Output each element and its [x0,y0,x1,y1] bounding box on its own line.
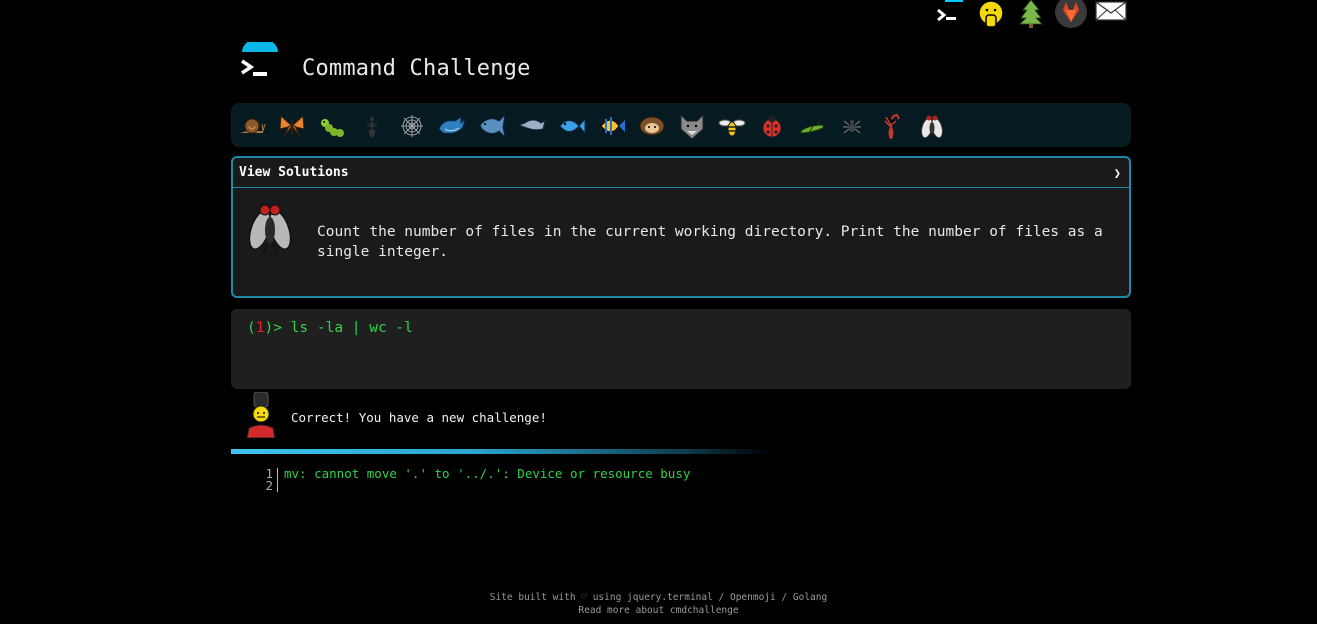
spider-icon[interactable] [836,110,868,142]
output-line: 2 [255,478,690,493]
line-number: 2 [265,478,273,493]
prompt-line: (1)> ls -la | wc -l [247,320,413,336]
command-input[interactable]: ls -la | wc -l [291,320,413,336]
prompt-open: ( [247,320,256,336]
dolphin-icon[interactable] [516,110,548,142]
wolf-icon[interactable] [676,110,708,142]
spider-web-icon[interactable] [396,110,428,142]
whale-icon[interactable] [436,110,468,142]
view-solutions-label: View Solutions [239,165,349,180]
fly-icon[interactable] [916,110,948,142]
output-text: mv: cannot move '.' to '../.': Device or… [284,466,691,481]
brand-logo[interactable] [236,38,286,84]
footer: Site built with ♡ using jquery.terminal … [0,591,1317,617]
progress-bar [231,449,771,454]
snail-icon[interactable] [236,110,268,142]
result-text: Correct! You have a new challenge! [291,410,547,425]
prompt-suffix: )> [264,320,291,336]
footer-credits[interactable]: Site built with ♡ using jquery.terminal … [0,591,1317,604]
tree-icon[interactable] [1016,0,1046,30]
butterfly-icon[interactable] [276,110,308,142]
terminal-nav-icon[interactable] [931,0,963,30]
terminal[interactable]: (1)> ls -la | wc -l [231,309,1131,389]
scorpion-icon[interactable] [876,110,908,142]
challenge-panel: View Solutions ❯ Count the number of fil… [231,156,1131,298]
result-message-row: Correct! You have a new challenge! [244,391,1144,440]
guard-icon [244,391,278,439]
chevron-right-icon: ❯ [1113,165,1121,180]
bee-icon[interactable] [716,110,748,142]
cricket-icon[interactable] [796,110,828,142]
site-title[interactable]: Command Challenge [302,56,531,81]
fish-icon[interactable] [556,110,588,142]
challenge-description: Count the number of files in the current… [317,224,1103,260]
ant-icon[interactable] [356,110,388,142]
output-line: 1 mv: cannot move '.' to '../.': Device … [255,466,691,481]
fly-icon [245,200,295,256]
tropical-fish-icon[interactable] [596,110,628,142]
shushing-face-icon[interactable] [975,0,1007,30]
footer-readmore-link[interactable]: Read more about cmdchallenge [0,604,1317,617]
ladybug-icon[interactable] [756,110,788,142]
hedgehog-icon[interactable] [636,110,668,142]
challenge-bar [231,103,1131,147]
output-panel: 1 mv: cannot move '.' to '../.': Device … [255,466,691,493]
envelope-icon[interactable] [1094,0,1128,30]
caterpillar-icon[interactable] [316,110,348,142]
shark-icon[interactable] [476,110,508,142]
gitlab-icon[interactable] [1054,0,1088,30]
view-solutions-toggle[interactable]: View Solutions ❯ [233,158,1129,188]
